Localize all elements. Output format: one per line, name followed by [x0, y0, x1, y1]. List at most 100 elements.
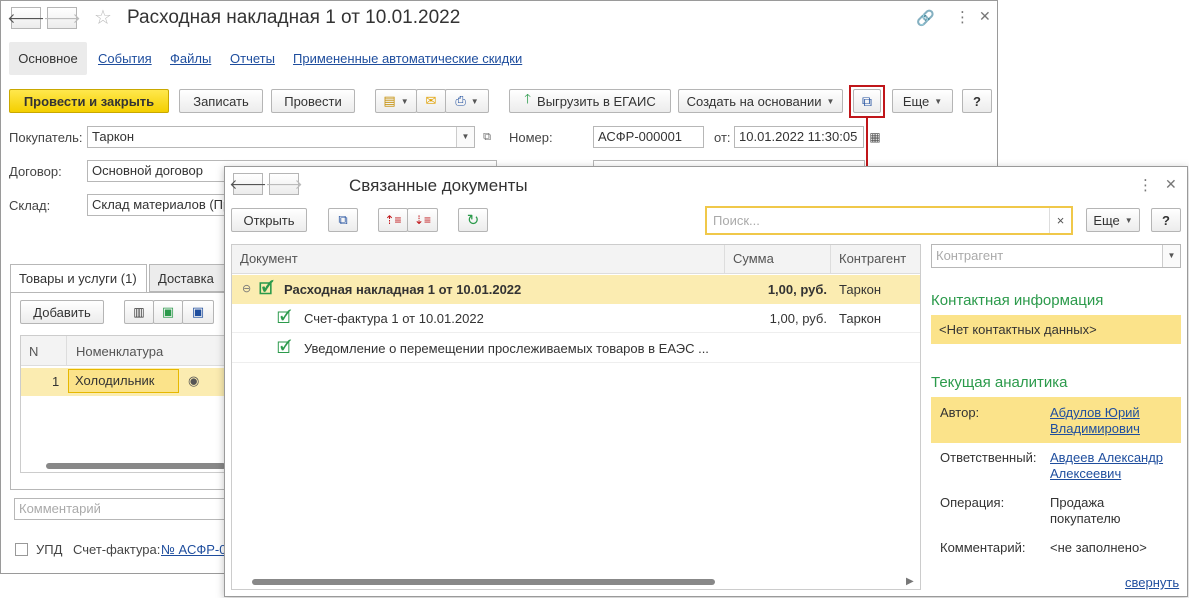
link-icon[interactable]: 🔗 [916, 9, 935, 27]
related-documents-button[interactable]: ⧉ [853, 89, 881, 113]
more-button[interactable]: Еще ▼ [892, 89, 953, 113]
author-link-2[interactable]: Владимирович [1050, 421, 1140, 436]
more-label: Еще [902, 93, 930, 109]
popup-more-button[interactable]: Еще ▼ [1086, 208, 1140, 232]
export-egais-button[interactable]: 🡑 Выгрузить в ЕГАИС [509, 89, 671, 113]
envelope-icon: ✉ [425, 93, 437, 108]
popup-help-button[interactable]: ? [1151, 208, 1181, 232]
goods-scrollbar[interactable] [46, 463, 225, 469]
refresh-button[interactable]: ↻ [458, 208, 488, 232]
printer-icon: ⎙ [455, 93, 466, 108]
comment-placeholder: Комментарий [19, 501, 101, 516]
refresh-icon: ↻ [466, 212, 480, 229]
popup-forward-button[interactable]: 🡒 [265, 173, 303, 195]
post-close-button[interactable]: Провести и закрыть [9, 89, 169, 113]
date-label: от: [714, 130, 731, 145]
row-counterparty: Таркон [839, 282, 882, 297]
invoice-label: Счет-фактура: [73, 542, 161, 557]
search-placeholder: Поиск... [713, 213, 760, 228]
popup-back-button[interactable]: 🡐 [229, 173, 267, 195]
search-input[interactable]: Поиск... × [705, 206, 1073, 235]
operation-value-2: покупателю [1050, 511, 1121, 526]
tab-delivery[interactable]: Доставка [149, 264, 229, 292]
post-button[interactable]: Провести [271, 89, 355, 113]
terminal-button[interactable]: ▣ [182, 300, 214, 324]
analytics-title: Текущая аналитика [931, 374, 1068, 391]
author-label: Автор: [940, 405, 980, 420]
table-row[interactable]: 🗹 Счет-фактура 1 от 10.01.2022 1,00, руб… [232, 304, 920, 333]
email-button[interactable]: ✉ [416, 89, 446, 113]
back-button[interactable]: 🡐 [7, 7, 45, 29]
row-doc: Счет-фактура 1 от 10.01.2022 [304, 311, 484, 326]
open-buyer-icon[interactable]: ⧉ [478, 127, 496, 147]
print-dropdown-button[interactable]: ⎙ ▼ [445, 89, 489, 113]
counterparty-filter[interactable]: Контрагент ▼ [931, 244, 1181, 268]
export-egais-label: Выгрузить в ЕГАИС [537, 93, 656, 109]
contact-info-box: <Нет контактных данных> [931, 315, 1181, 344]
row-doc: Расходная накладная 1 от 10.01.2022 [284, 282, 522, 297]
horizontal-scrollbar[interactable] [252, 579, 715, 585]
upd-checkbox[interactable] [15, 543, 28, 556]
responsible-link-2[interactable]: Алексеевич [1050, 466, 1121, 481]
favorite-star-icon[interactable]: ☆ [94, 5, 112, 30]
popup-menu-dots-icon[interactable]: ⋮ [1138, 176, 1153, 194]
close-icon[interactable]: ✕ [979, 8, 991, 25]
chevron-down-icon[interactable]: ▼ [456, 127, 474, 147]
date-field[interactable]: 10.01.2022 11:30:05 [734, 126, 864, 148]
row-sum: 1,00, руб. [769, 311, 827, 326]
calendar-icon[interactable]: ▦ [866, 127, 884, 147]
comment-label: Комментарий: [940, 540, 1026, 555]
attach-dropdown-button[interactable]: ▤ ▼ [375, 89, 417, 113]
scanner-icon: ▣ [161, 304, 175, 319]
invoice-link[interactable]: № АСФР-0 [161, 542, 226, 557]
popup-structure-button[interactable]: ⧉ [328, 208, 358, 232]
posted-document-icon: 🗹 [277, 310, 292, 327]
date-value: 10.01.2022 11:30:05 [739, 129, 858, 144]
tab-discounts[interactable]: Примененные автоматические скидки [293, 51, 522, 66]
tab-main[interactable]: Основное [9, 42, 87, 75]
chevron-down-icon[interactable]: ▼ [1162, 245, 1180, 267]
scanner-button[interactable]: ▣ [153, 300, 183, 324]
author-link-1[interactable]: Абдулов Юрий [1050, 405, 1140, 420]
window-title: Расходная накладная 1 от 10.01.2022 [127, 7, 461, 28]
create-based-button[interactable]: Создать на основании ▼ [678, 89, 843, 113]
scroll-right-icon[interactable]: ▶ [906, 576, 914, 587]
goods-item-cell[interactable]: Холодильник [68, 369, 179, 393]
table-row[interactable]: ⊖ 🗹 Расходная накладная 1 от 10.01.2022 … [232, 275, 920, 304]
terminal-icon: ▣ [191, 304, 205, 319]
number-field[interactable]: АСФР-000001 [593, 126, 704, 148]
clear-search-icon[interactable]: × [1049, 208, 1071, 233]
write-button[interactable]: Записать [179, 89, 263, 113]
sort-asc-button[interactable]: ⇡≡ [378, 208, 408, 232]
open-button[interactable]: Открыть [231, 208, 307, 232]
buyer-label: Покупатель: [9, 130, 83, 145]
row-counterparty: Таркон [839, 311, 882, 326]
warehouse-field[interactable]: Склад материалов (Пр [87, 194, 227, 216]
barcode-button[interactable]: ▥ [124, 300, 154, 324]
structure-icon: ⧉ [338, 212, 348, 227]
collapse-icon[interactable]: ⊖ [242, 275, 251, 304]
tab-delivery-label: Доставка [158, 271, 214, 286]
responsible-link-1[interactable]: Авдеев Александр [1050, 450, 1163, 465]
tab-files[interactable]: Файлы [170, 51, 211, 66]
col-n: N [29, 344, 39, 359]
help-button[interactable]: ? [962, 89, 992, 113]
tab-goods[interactable]: Товары и услуги (1) [10, 264, 147, 293]
tab-events[interactable]: События [98, 51, 152, 66]
forward-button[interactable]: 🡒 [43, 7, 81, 29]
tab-reports[interactable]: Отчеты [230, 51, 275, 66]
popup-close-icon[interactable]: ✕ [1165, 176, 1177, 193]
barcode-icon: ▥ [133, 305, 145, 319]
buyer-field[interactable]: Таркон ▼ [87, 126, 475, 148]
eye-icon[interactable]: ◉ [188, 373, 199, 389]
responsible-label: Ответственный: [940, 450, 1037, 465]
table-row[interactable]: 🗹 Уведомление о перемещении прослеживаем… [232, 334, 920, 363]
comment-field[interactable]: Комментарий [14, 498, 226, 520]
collapse-link[interactable]: свернуть [1125, 575, 1179, 590]
tab-goods-label: Товары и услуги (1) [19, 271, 137, 286]
menu-dots-icon[interactable]: ⋮ [955, 8, 970, 26]
popup-more-label: Еще [1093, 212, 1120, 228]
sort-desc-button[interactable]: ⇣≡ [407, 208, 438, 232]
add-button[interactable]: Добавить [20, 300, 104, 324]
posted-document-icon: 🗹 [277, 340, 292, 357]
